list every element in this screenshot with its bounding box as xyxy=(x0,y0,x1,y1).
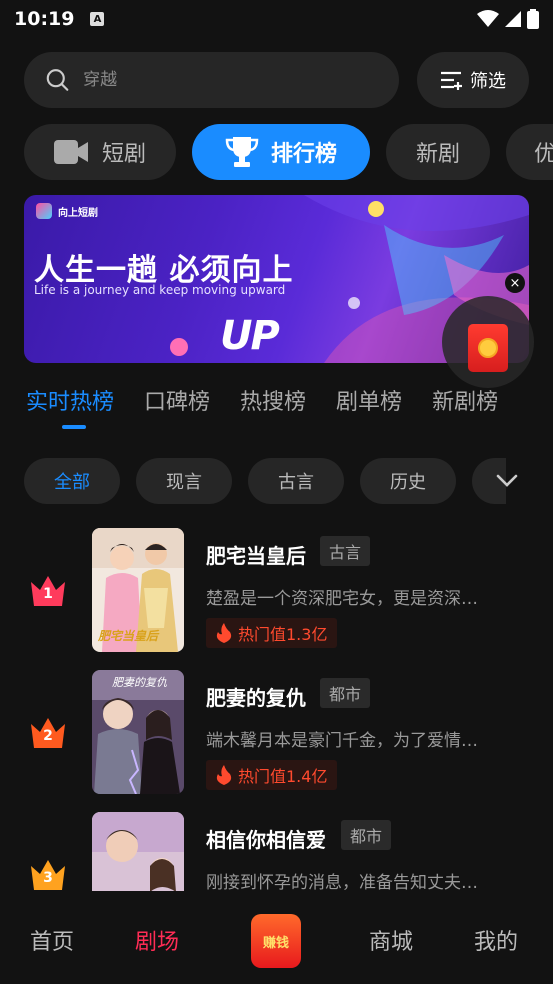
hot-value-badge: 热门值1.3亿 xyxy=(206,618,338,648)
tab-realtime-hot[interactable]: 实时热榜 xyxy=(26,384,114,416)
fire-icon xyxy=(216,623,232,643)
banner-close-button[interactable]: × xyxy=(505,273,525,293)
status-icons xyxy=(477,9,539,29)
tab-playlist[interactable]: 剧单榜 xyxy=(336,384,402,416)
hot-value-text: 热门值1.4亿 xyxy=(238,767,328,786)
chip-ancient-romance[interactable]: 古言 xyxy=(248,458,344,504)
tab-new-drama[interactable]: 新剧 xyxy=(386,124,490,180)
category-chips: 全部 现言 古言 历史 xyxy=(24,458,506,504)
search-row: 筛选 xyxy=(24,52,529,108)
brand-logo-icon xyxy=(36,203,52,219)
tab-short-drama[interactable]: 短剧 xyxy=(24,124,176,180)
tab-reputation[interactable]: 口碑榜 xyxy=(144,384,210,416)
status-time: 10:19 xyxy=(14,8,75,30)
rank-number: 3 xyxy=(43,870,53,886)
tab-featured[interactable]: 优 xyxy=(506,124,553,180)
hot-value-text: 热门值1.3亿 xyxy=(238,625,328,644)
nav-home[interactable]: 首页 xyxy=(30,924,74,956)
earn-label: 赚钱 xyxy=(262,935,289,951)
genre-tag: 古言 xyxy=(320,536,371,566)
search-icon xyxy=(46,69,69,91)
chip-history[interactable]: 历史 xyxy=(360,458,456,504)
notification-icon: A xyxy=(90,12,105,26)
nav-mine[interactable]: 我的 xyxy=(474,924,518,956)
tab-new-drama-rank[interactable]: 新剧榜 xyxy=(432,384,498,416)
signal-icon xyxy=(505,11,521,27)
bottom-nav: 首页 剧场 赚钱 商城 我的 xyxy=(0,892,553,984)
banner-brand: 向上短剧 xyxy=(58,207,98,219)
main-tabs: 短剧 排行榜 新剧 优 xyxy=(24,124,553,180)
drama-title: 肥妻的复仇 xyxy=(206,686,306,710)
drama-title: 肥宅当皇后 xyxy=(206,544,306,568)
battery-icon xyxy=(527,9,539,29)
drama-title: 相信你相信爱 xyxy=(206,828,326,852)
poster-title-art: 肥妻的复仇 xyxy=(112,676,167,689)
filter-icon xyxy=(441,71,462,90)
rank-crown-icon: 2 xyxy=(29,716,67,750)
banner-subline: Life is a journey and keep moving upward xyxy=(34,283,286,297)
drama-description: 端木馨月本是豪门千金，为了爱情… xyxy=(206,731,478,751)
rank-number: 2 xyxy=(43,728,53,744)
poster-title-art: 肥宅当皇后 xyxy=(98,629,159,643)
ranking-list: 1 肥宅当皇后 肥宅当皇后 古言 楚盈是一个资深肥宅女，更是资深… 热门值1.3… xyxy=(0,528,553,891)
fire-icon xyxy=(216,765,232,785)
genre-tag: 都市 xyxy=(341,820,392,850)
chevron-down-icon xyxy=(496,474,518,487)
list-item[interactable]: 2 肥妻的复仇 肥妻的复仇 都市 端木馨月本是豪门千金，为了爱情… 热门值1.4… xyxy=(0,670,553,794)
filter-label: 筛选 xyxy=(470,71,506,92)
nav-earn-button[interactable]: 赚钱 xyxy=(251,914,301,968)
rank-crown-icon: 1 xyxy=(29,574,67,608)
banner-up-text: UP xyxy=(220,313,280,359)
rank-number: 1 xyxy=(43,586,53,602)
coin-icon xyxy=(478,338,498,358)
tab-label: 排行榜 xyxy=(270,142,337,167)
list-item[interactable]: 1 肥宅当皇后 肥宅当皇后 古言 楚盈是一个资深肥宅女，更是资深… 热门值1.3… xyxy=(0,528,553,652)
active-tab-indicator xyxy=(62,425,86,429)
ranking-tabs: 实时热榜 口碑榜 热搜榜 剧单榜 新剧榜 xyxy=(26,384,498,416)
tab-hot-search[interactable]: 热搜榜 xyxy=(240,384,306,416)
genre-tag: 都市 xyxy=(320,678,371,708)
filter-button[interactable]: 筛选 xyxy=(417,52,529,108)
trophy-icon xyxy=(225,137,259,167)
wifi-icon xyxy=(477,10,499,27)
chip-all[interactable]: 全部 xyxy=(24,458,120,504)
nav-mall[interactable]: 商城 xyxy=(369,924,413,956)
poster-image[interactable]: 肥宅当皇后 xyxy=(92,528,184,652)
tab-label: 短剧 xyxy=(101,142,146,167)
banner-logo: 向上短剧 xyxy=(36,203,98,219)
search-input[interactable] xyxy=(83,70,377,90)
poster-image[interactable]: 肥妻的复仇 xyxy=(92,670,184,794)
tab-label: 优 xyxy=(534,142,553,167)
chip-modern-romance[interactable]: 现言 xyxy=(136,458,232,504)
hot-value-badge: 热门值1.4亿 xyxy=(206,760,338,790)
list-item[interactable]: 3 相信你相信爱 都市 刚接到怀孕的消息，准备告知丈夫… xyxy=(0,812,553,891)
red-envelope-icon xyxy=(468,324,508,372)
video-camera-icon xyxy=(53,140,88,164)
nav-theater[interactable]: 剧场 xyxy=(135,924,179,956)
tab-label: 新剧 xyxy=(415,142,460,167)
drama-description: 刚接到怀孕的消息，准备告知丈夫… xyxy=(206,873,478,891)
rank-crown-icon: 3 xyxy=(29,858,67,891)
poster-image[interactable] xyxy=(92,812,184,891)
tab-ranking[interactable]: 排行榜 xyxy=(192,124,370,180)
expand-categories-button[interactable] xyxy=(482,458,532,504)
drama-description: 楚盈是一个资深肥宅女，更是资深… xyxy=(206,589,478,609)
search-box[interactable] xyxy=(24,52,399,108)
status-bar: 10:19 A xyxy=(0,0,553,38)
red-envelope-float-button[interactable] xyxy=(442,296,534,388)
